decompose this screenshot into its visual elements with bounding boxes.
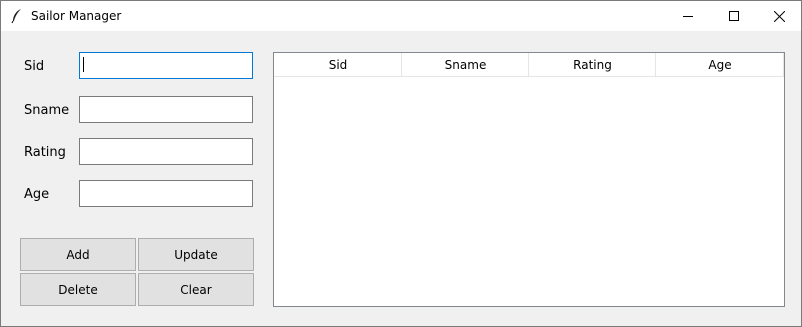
table-header: Sid Sname Rating Age [274, 53, 784, 77]
maximize-icon [729, 11, 739, 21]
title-bar[interactable]: Sailor Manager [1, 1, 801, 31]
app-window: Sailor Manager Sid Sname Rating Age Add … [0, 0, 802, 327]
rating-input[interactable] [79, 138, 253, 165]
rating-label: Rating [24, 145, 66, 160]
column-header-sid[interactable]: Sid [274, 53, 402, 77]
minimize-icon [683, 16, 693, 17]
close-icon [773, 10, 785, 22]
sailor-table[interactable]: Sid Sname Rating Age [273, 52, 785, 307]
sname-input[interactable] [79, 96, 253, 123]
update-button[interactable]: Update [138, 238, 254, 271]
window-title: Sailor Manager [31, 9, 122, 23]
sname-label: Sname [24, 103, 70, 118]
text-caret [83, 57, 84, 72]
add-button[interactable]: Add [20, 238, 136, 271]
column-header-sname[interactable]: Sname [402, 53, 529, 77]
column-header-age[interactable]: Age [656, 53, 784, 77]
feather-icon [10, 8, 24, 24]
column-divider [783, 53, 784, 77]
close-button[interactable] [756, 1, 802, 31]
sid-label: Sid [24, 59, 45, 74]
maximize-button[interactable] [711, 1, 757, 31]
minimize-button[interactable] [665, 1, 711, 31]
clear-button[interactable]: Clear [138, 273, 254, 306]
client-area: Sid Sname Rating Age Add Update Delete C… [1, 31, 801, 326]
age-input[interactable] [79, 180, 253, 207]
column-header-rating[interactable]: Rating [529, 53, 656, 77]
delete-button[interactable]: Delete [20, 273, 136, 306]
sid-input[interactable] [79, 52, 253, 79]
age-label: Age [24, 187, 50, 202]
